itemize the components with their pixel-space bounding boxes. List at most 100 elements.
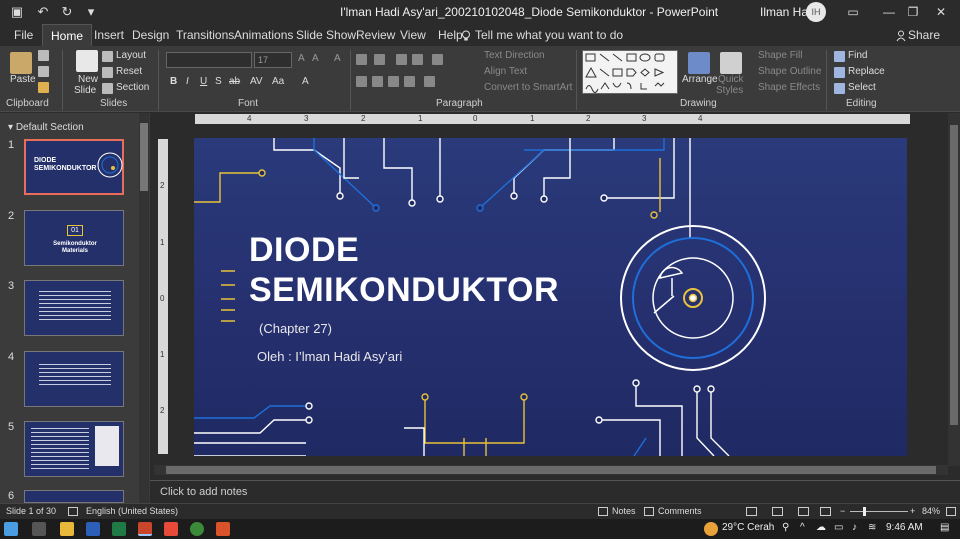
slide-thumbnail-5[interactable]	[24, 421, 124, 477]
show-hidden-icons[interactable]: ^	[800, 522, 805, 533]
person-icon[interactable]: ⚲	[782, 522, 789, 533]
new-slide-icon[interactable]	[76, 50, 98, 72]
character-spacing-button[interactable]: AV	[250, 76, 263, 87]
new-slide-label-2[interactable]: Slide	[74, 85, 96, 96]
arrange-button[interactable]: Arrange	[682, 74, 718, 85]
fit-to-window-icon[interactable]	[946, 507, 956, 516]
clock-time[interactable]: 9:46 AM	[886, 522, 923, 533]
word-icon[interactable]	[86, 522, 100, 536]
tab-home[interactable]: Home	[42, 24, 93, 46]
slide-subtitle[interactable]: (Chapter 27)	[259, 321, 332, 336]
change-case-button[interactable]: Aa	[272, 76, 284, 87]
scroll-handle[interactable]	[166, 466, 936, 474]
find-button[interactable]: Find	[848, 50, 867, 61]
customize-quick-access-icon[interactable]: ▾	[80, 1, 102, 23]
scroll-handle[interactable]	[950, 125, 958, 425]
quick-styles-icon[interactable]	[720, 52, 742, 74]
slide-thumbnail-4[interactable]	[24, 351, 124, 407]
shape-effects-button[interactable]: Shape Effects	[758, 82, 820, 93]
file-explorer-icon[interactable]	[60, 522, 74, 536]
increase-indent-icon[interactable]	[412, 54, 423, 65]
arrange-icon[interactable]	[688, 52, 710, 74]
justify-icon[interactable]	[404, 76, 415, 87]
bullets-icon[interactable]	[356, 54, 367, 65]
reset-icon[interactable]	[102, 67, 113, 78]
section-header[interactable]: ▾ Default Section	[8, 122, 84, 133]
format-painter-icon[interactable]	[38, 82, 49, 93]
task-view-icon[interactable]	[32, 522, 46, 536]
quick-styles-button[interactable]: Quick	[718, 74, 744, 85]
copy-icon[interactable]	[38, 66, 49, 77]
find-icon[interactable]	[834, 51, 845, 62]
cut-icon[interactable]	[38, 50, 49, 61]
zoom-slider[interactable]	[850, 507, 908, 516]
quick-styles-button-2[interactable]: Styles	[716, 85, 743, 96]
numbering-icon[interactable]	[374, 54, 385, 65]
strikethrough-button[interactable]: ab	[229, 76, 240, 87]
weather-text[interactable]: 29°C Cerah	[722, 522, 774, 533]
paste-label[interactable]: Paste	[10, 74, 36, 85]
paste-icon[interactable]	[10, 52, 32, 74]
zoom-out-button[interactable]: −	[840, 506, 845, 516]
select-icon[interactable]	[834, 83, 845, 94]
align-text-button[interactable]: Align Text	[484, 66, 527, 77]
slide-title[interactable]: DIODE SEMIKONDUKTOR	[249, 230, 559, 310]
text-direction-button[interactable]: Text Direction	[484, 50, 545, 61]
convert-smartart-button[interactable]: Convert to SmartArt	[484, 82, 572, 93]
notes-toggle-button[interactable]: Notes	[612, 506, 636, 516]
chrome-icon[interactable]	[190, 522, 204, 536]
notes-pane[interactable]: Click to add notes	[150, 480, 960, 502]
align-center-icon[interactable]	[372, 76, 383, 87]
notes-icon[interactable]	[598, 507, 608, 516]
share-button[interactable]: Share	[908, 28, 940, 42]
close-button[interactable]: ✕	[918, 0, 960, 24]
layout-icon[interactable]	[102, 51, 113, 62]
bold-button[interactable]: B	[170, 76, 177, 87]
network-icon[interactable]: ▭	[834, 522, 843, 533]
select-button[interactable]: Select	[848, 82, 876, 93]
slide-thumbnail-3[interactable]	[24, 280, 124, 336]
avatar[interactable]: IH	[806, 2, 826, 22]
tell-me-search[interactable]: Tell me what you want to do	[475, 28, 623, 42]
wifi-icon[interactable]: ≋	[868, 522, 876, 533]
cloud-icon[interactable]: ☁	[816, 522, 826, 533]
weather-icon[interactable]	[704, 522, 718, 536]
font-color-button[interactable]: A	[302, 76, 309, 87]
app-icon[interactable]	[216, 522, 230, 536]
grow-font-icon[interactable]: A	[298, 53, 305, 64]
section-button[interactable]: Section	[116, 82, 149, 93]
notes-placeholder[interactable]: Click to add notes	[160, 486, 247, 498]
decrease-indent-icon[interactable]	[396, 54, 407, 65]
comments-icon[interactable]	[644, 507, 654, 516]
reading-view-icon[interactable]	[798, 507, 809, 516]
powerpoint-icon[interactable]	[138, 522, 152, 536]
redo-icon[interactable]: ↻	[56, 1, 78, 23]
tab-view[interactable]: View	[392, 24, 434, 46]
columns-icon[interactable]	[424, 76, 435, 87]
slide-thumbnail-2[interactable]: 01 Semikonduktor Materials	[24, 210, 124, 266]
save-icon[interactable]: ▣	[6, 1, 28, 23]
layout-button[interactable]: Layout	[116, 50, 146, 61]
slide-canvas[interactable]: DIODE SEMIKONDUKTOR (Chapter 27) Oleh : …	[194, 138, 907, 456]
replace-button[interactable]: Replace	[848, 66, 885, 77]
editor-horizontal-scrollbar[interactable]	[154, 465, 948, 475]
comments-toggle-button[interactable]: Comments	[658, 506, 702, 516]
volume-icon[interactable]: ♪	[852, 522, 857, 533]
line-spacing-icon[interactable]	[432, 54, 443, 65]
clear-formatting-icon[interactable]: A	[334, 53, 341, 64]
tab-file[interactable]: File	[6, 24, 41, 46]
align-right-icon[interactable]	[388, 76, 399, 87]
shrink-font-icon[interactable]: A	[312, 53, 319, 64]
section-icon[interactable]	[102, 83, 113, 94]
slideshow-view-icon[interactable]	[820, 507, 831, 516]
language-indicator[interactable]: English (United States)	[86, 506, 178, 516]
zoom-slider-handle[interactable]	[863, 507, 866, 516]
thumbnails-scrollbar[interactable]	[139, 113, 149, 503]
editor-vertical-scrollbar[interactable]	[948, 113, 960, 466]
align-left-icon[interactable]	[356, 76, 367, 87]
undo-icon[interactable]: ↶	[32, 1, 54, 23]
underline-button[interactable]: U	[200, 76, 207, 87]
shape-fill-button[interactable]: Shape Fill	[758, 50, 802, 61]
new-slide-label[interactable]: New	[78, 74, 98, 85]
notifications-icon[interactable]: ▤	[940, 522, 949, 533]
